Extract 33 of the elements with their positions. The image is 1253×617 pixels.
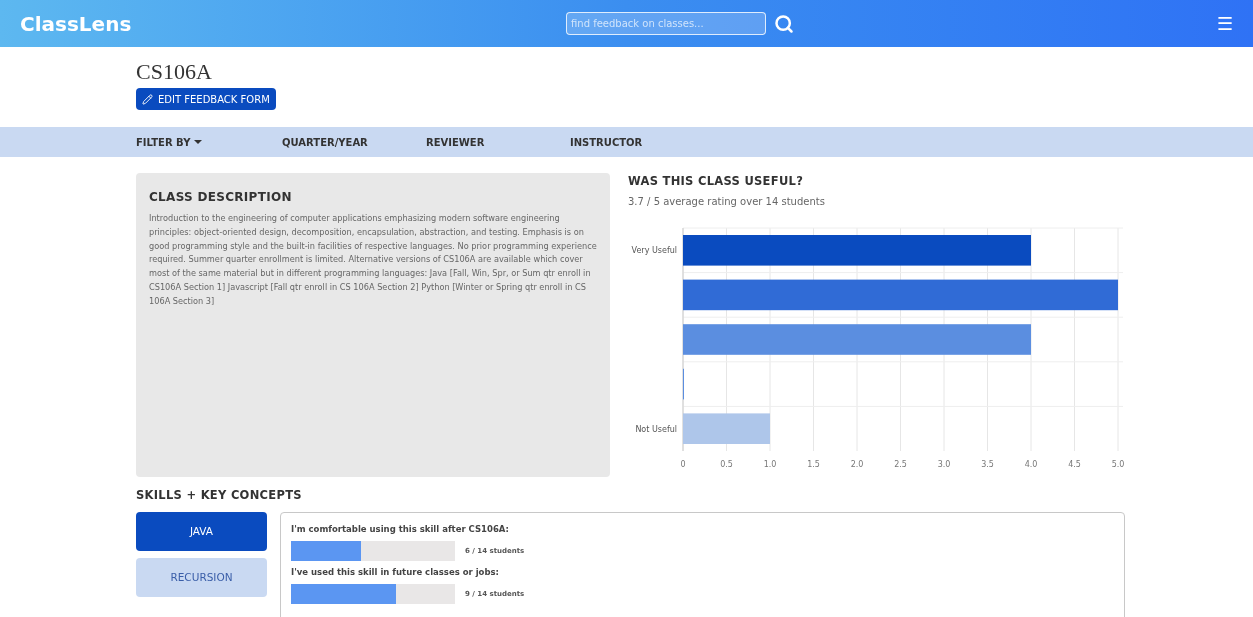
skill-tab[interactable]: JAVA bbox=[136, 512, 267, 552]
tick-label: 4.0 bbox=[1024, 460, 1038, 470]
tick-label: 0.5 bbox=[720, 460, 733, 470]
filter-dropdown[interactable]: FILTER BY bbox=[136, 134, 282, 150]
skill-tab[interactable]: RECURSION bbox=[136, 558, 267, 598]
course-title: CS106A bbox=[136, 58, 213, 86]
rating-summary: 3.7 / 5 average rating over 14 students bbox=[628, 195, 826, 210]
tick-label: 3.5 bbox=[981, 460, 994, 470]
tick-label: 4.5 bbox=[1068, 460, 1081, 470]
pencil-icon bbox=[142, 93, 153, 105]
question-text: I've used this skill in future classes or jobs: bbox=[291, 566, 500, 579]
tick-label: 1.5 bbox=[807, 460, 820, 470]
description-heading: CLASS DESCRIPTION bbox=[149, 189, 293, 206]
menu-icon[interactable]: ☰ bbox=[1216, 10, 1233, 37]
tick-label: 5.0 bbox=[1111, 460, 1125, 470]
tick-label: 1.0 bbox=[763, 460, 777, 470]
filter-option[interactable]: QUARTER/YEAR bbox=[282, 134, 426, 150]
caret-icon bbox=[194, 140, 203, 144]
tick-label: 0 bbox=[680, 460, 686, 470]
category-label: Very Useful bbox=[631, 246, 677, 256]
description-text: Introduction to the engineering of computer applications emphasizing modern software engineering principles: object-oriented design, decomposition, encapsulation, abstraction, and testing. Emphasis is on good programming style and the built-in facilities of respective languages. No prior programming experience required. Summer quarter enrollment is limited. Alternative versions of CS106A are available which cover most of the same material but in different programming languages: Java [Fall, Win, Spr, or Sum qtr enroll in CS106A Section 1] Javascript [Fall qtr enroll in CS 106A Section 2] Python [Winter or Spring qtr enroll in CS 106A Section 3] bbox=[149, 212, 597, 308]
search-field[interactable]: find feedback on classes... bbox=[566, 12, 766, 35]
filter-option[interactable]: REVIEWER bbox=[426, 134, 570, 150]
tick-label: 2.0 bbox=[850, 460, 864, 470]
tick-label: 3.0 bbox=[937, 460, 951, 470]
search-icon[interactable] bbox=[774, 13, 794, 34]
skills-heading: SKILLS + KEY CONCEPTS bbox=[136, 487, 303, 504]
edit-feedback-button[interactable]: EDIT FEEDBACK FORM bbox=[136, 88, 276, 110]
question-text: I'm comfortable using this skill after CS106A: bbox=[291, 523, 510, 536]
filter-option[interactable]: INSTRUCTOR bbox=[570, 134, 714, 150]
tick-label: 2.5 bbox=[894, 460, 907, 470]
chart-heading: WAS THIS CLASS USEFUL? bbox=[628, 173, 805, 190]
category-label: Not Useful bbox=[635, 424, 677, 434]
